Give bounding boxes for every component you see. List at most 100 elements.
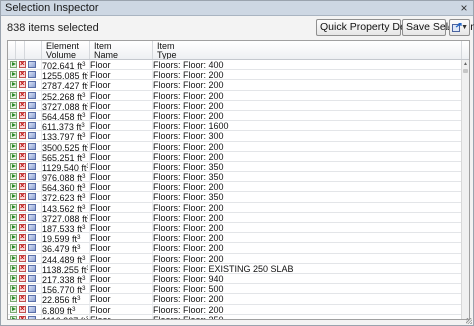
zoom-to-item-icon[interactable]	[10, 122, 17, 130]
volume-value: 187.533	[42, 224, 75, 233]
remove-from-selection-icon[interactable]	[19, 110, 26, 120]
zoom-to-item-icon[interactable]	[10, 193, 17, 201]
remove-from-selection-icon[interactable]	[19, 59, 26, 69]
zoom-to-item-icon[interactable]	[10, 162, 17, 170]
volume-value: 2787.427	[42, 81, 80, 91]
zoom-to-item-icon[interactable]	[10, 111, 17, 119]
column-header-element-volume[interactable]: Element Volume	[42, 41, 90, 59]
remove-from-selection-icon[interactable]	[19, 242, 26, 252]
scroll-up-icon[interactable]: ▲	[463, 61, 468, 67]
remove-from-selection-icon[interactable]	[19, 69, 26, 79]
remove-from-selection-icon[interactable]	[19, 151, 26, 161]
cell-element-volume: 22.856 ft3	[42, 294, 88, 304]
remove-from-selection-icon[interactable]	[19, 273, 26, 283]
remove-from-selection-icon[interactable]	[19, 202, 26, 212]
table-row[interactable]: 252.268 ft3Floor Floors: Floor: 200	[8, 90, 462, 101]
resize-grip[interactable]	[466, 318, 472, 324]
table-row[interactable]: 1129.540 ft3Floor Floors: Floor: 350	[8, 161, 462, 173]
close-icon[interactable]: ×	[458, 2, 470, 14]
volume-value: 36.479	[42, 244, 70, 254]
export-button[interactable]: ▼	[449, 19, 470, 36]
zoom-to-item-icon[interactable]	[10, 274, 17, 282]
remove-from-selection-icon[interactable]	[19, 100, 26, 110]
quick-property-definitions-button[interactable]: Quick Property Definitions...	[316, 19, 450, 36]
remove-from-selection-icon[interactable]	[19, 181, 26, 191]
zoom-to-item-icon[interactable]	[10, 315, 17, 319]
table-row[interactable]: 6.809 ft3Floor Floors: Floor: 200	[8, 304, 462, 315]
table-row[interactable]: 3500.525 ft3Floor Floors: Floor: 200	[8, 141, 462, 152]
table-row[interactable]: 36.479 ft3Floor Floors: Floor: 200	[8, 242, 462, 254]
table-row[interactable]: 22.856 ft3Floor Floors: Floor: 200	[8, 293, 462, 305]
remove-from-selection-icon[interactable]	[19, 253, 26, 263]
vertical-scrollbar[interactable]: ▲	[461, 60, 469, 319]
title-bar[interactable]: Selection Inspector ×	[1, 1, 473, 16]
zoom-to-item-icon[interactable]	[10, 132, 17, 140]
scrollbar-thumb[interactable]	[463, 69, 468, 73]
column-header-item-name[interactable]: Item Name	[90, 41, 153, 59]
remove-from-selection-icon[interactable]	[19, 212, 26, 222]
remove-from-selection-icon[interactable]	[19, 222, 26, 232]
remove-from-selection-icon[interactable]	[19, 304, 26, 314]
zoom-to-item-icon[interactable]	[10, 152, 17, 160]
table-row[interactable]: 611.373 ft3Floor Floors: Floor: 1600	[8, 120, 462, 132]
table-row[interactable]: 564.458 ft3Floor Floors: Floor: 200	[8, 110, 462, 122]
remove-from-selection-icon[interactable]	[19, 141, 26, 151]
remove-from-selection-icon[interactable]	[19, 171, 26, 181]
table-row[interactable]: 217.338 ft3Floor Floors: Floor: 940	[8, 273, 462, 285]
zoom-to-item-icon[interactable]	[10, 91, 17, 99]
volume-value: 564.360	[42, 183, 75, 193]
cell-item-type: Floors: Floor: 200	[153, 223, 224, 233]
table-row[interactable]: 133.797 ft3Floor Floors: Floor: 300	[8, 130, 462, 142]
remove-from-selection-icon[interactable]	[19, 130, 26, 140]
table-row[interactable]: 187.533 ft3Floor Floors: Floor: 200	[8, 222, 462, 234]
table-row[interactable]: 244.489 ft3Floor Floors: Floor: 200	[8, 253, 462, 264]
table-row[interactable]: 3727.088 ft3Floor Floors: Floor: 200	[8, 212, 462, 223]
zoom-to-item-icon[interactable]	[10, 234, 17, 242]
zoom-to-item-icon[interactable]	[10, 61, 17, 68]
remove-from-selection-icon[interactable]	[19, 90, 26, 100]
zoom-to-item-icon[interactable]	[10, 213, 17, 221]
save-selection-button[interactable]: Save Selection	[402, 19, 474, 36]
remove-from-selection-icon[interactable]	[19, 293, 26, 303]
remove-from-selection-icon[interactable]	[19, 120, 26, 130]
table-row[interactable]: 565.251 ft3Floor Floors: Floor: 200	[8, 151, 462, 162]
zoom-to-item-icon[interactable]	[10, 224, 17, 231]
table-row[interactable]: 1138.255 ft3Floor Floors: Floor: EXISTING…	[8, 263, 462, 274]
zoom-to-item-icon[interactable]	[10, 71, 17, 79]
zoom-to-item-icon[interactable]	[10, 101, 17, 109]
table-row[interactable]: 976.088 ft3Floor Floors: Floor: 350	[8, 171, 462, 183]
zoom-to-item-icon[interactable]	[10, 142, 17, 150]
zoom-to-item-icon[interactable]	[10, 81, 17, 89]
column-header-item-type[interactable]: Item Type	[153, 41, 462, 59]
table-row[interactable]: 1255.085 ft3Floor Floors: Floor: 200	[8, 69, 462, 81]
floor-object-icon	[28, 71, 36, 79]
remove-from-selection-icon[interactable]	[19, 191, 26, 201]
remove-from-selection-icon[interactable]	[19, 283, 26, 293]
table-row[interactable]: 372.623 ft3Floor Floors: Floor: 350	[8, 191, 462, 203]
table-row[interactable]: 19.599 ft3Floor Floors: Floor: 200	[8, 232, 462, 244]
table-row[interactable]: 156.770 ft3Floor Floors: Floor: 500	[8, 283, 462, 295]
zoom-to-item-icon[interactable]	[10, 305, 17, 313]
remove-from-selection-icon[interactable]	[19, 161, 26, 171]
table-row[interactable]: 143.562 ft3Floor Floors: Floor: 200	[8, 202, 462, 213]
remove-from-selection-icon[interactable]	[19, 314, 26, 319]
table-row[interactable]: 564.360 ft3Floor Floors: Floor: 200	[8, 181, 462, 193]
zoom-to-item-icon[interactable]	[10, 183, 17, 191]
table-row[interactable]: 3727.088 ft3Floor Floors: Floor: 200	[8, 100, 462, 111]
table-row[interactable]: 702.641 ft3Floor Floors: Floor: 400	[8, 59, 462, 71]
remove-from-selection-icon[interactable]	[19, 263, 26, 273]
remove-from-selection-icon[interactable]	[19, 232, 26, 242]
remove-from-selection-icon[interactable]	[19, 79, 26, 89]
table-row[interactable]: 2787.427 ft3Floor Floors: Floor: 200	[8, 79, 462, 91]
volume-value: 244.489	[42, 254, 75, 264]
cell-item-name: Floor	[90, 253, 111, 264]
zoom-to-item-icon[interactable]	[10, 244, 17, 252]
table-row[interactable]: 1116.267 ft3Floor Floors: Floor: 350	[8, 314, 462, 319]
zoom-to-item-icon[interactable]	[10, 173, 17, 181]
zoom-to-item-icon[interactable]	[10, 254, 17, 262]
zoom-to-item-icon[interactable]	[10, 295, 17, 303]
header-spacer	[25, 41, 42, 59]
zoom-to-item-icon[interactable]	[10, 264, 17, 272]
zoom-to-item-icon[interactable]	[10, 203, 17, 211]
zoom-to-item-icon[interactable]	[10, 285, 17, 293]
